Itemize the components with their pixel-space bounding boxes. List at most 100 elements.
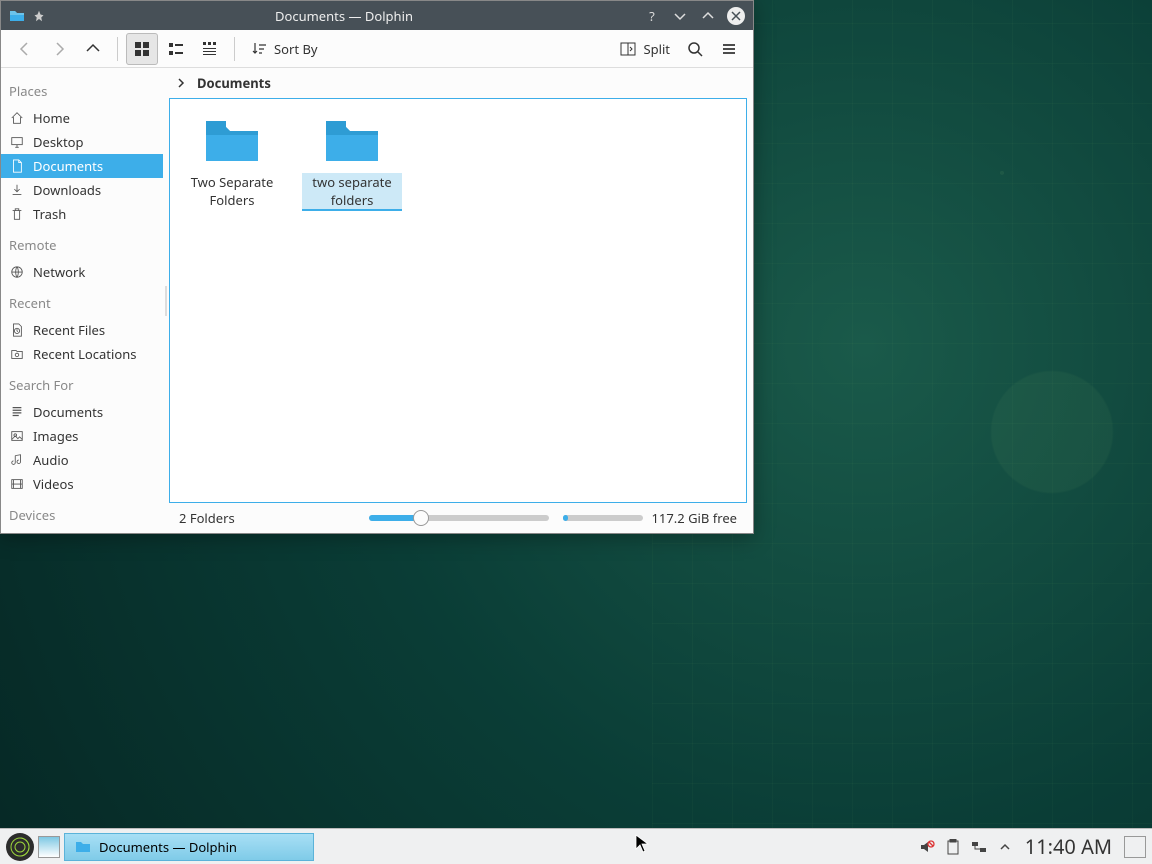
sidebar-item-trash[interactable]: Trash (1, 202, 163, 226)
icons-view-icon (133, 40, 151, 58)
download-icon (9, 182, 25, 198)
dolphin-window: Documents — Dolphin ? Sort By Split (0, 0, 754, 534)
up-button[interactable] (77, 33, 109, 65)
disk-free-label: 117.2 GiB free (651, 509, 737, 527)
sidebar-label: Recent Locations (33, 345, 136, 363)
sidebar-label: Network (33, 263, 85, 281)
sidebar-header-recent: Recent (1, 284, 163, 318)
desktop-icon (9, 134, 25, 150)
disk-bar (563, 515, 643, 521)
sidebar-label: Documents (33, 403, 103, 421)
text-icon (9, 404, 25, 420)
forward-button[interactable] (43, 33, 75, 65)
sidebar-header-places: Places (1, 72, 163, 106)
system-tray (919, 839, 1013, 855)
breadcrumb-chevron-icon[interactable] (175, 77, 187, 89)
pin-icon[interactable] (33, 10, 45, 22)
maximize-button[interactable] (699, 7, 717, 25)
sidebar-item-recent-files[interactable]: Recent Files (1, 318, 163, 342)
content-pane: Documents Two Separate Folders two separ… (169, 68, 753, 533)
sidebar-label: Trash (33, 205, 66, 223)
titlebar[interactable]: Documents — Dolphin ? (1, 1, 753, 30)
details-view-icon (201, 40, 219, 58)
close-button[interactable] (727, 7, 745, 25)
up-icon (84, 40, 102, 58)
back-button[interactable] (9, 33, 41, 65)
sidebar-label: Downloads (33, 181, 101, 199)
app-icon (9, 8, 25, 24)
minimize-button[interactable] (671, 7, 689, 25)
help-button[interactable]: ? (643, 7, 661, 25)
folder-name: Two Separate Folders (182, 173, 282, 209)
document-icon (9, 158, 25, 174)
window-title: Documents — Dolphin (45, 7, 643, 25)
taskbar-entry-dolphin[interactable]: Documents — Dolphin (64, 833, 314, 861)
sidebar-label: Home (33, 109, 70, 127)
folder-item[interactable]: Two Separate Folders (182, 111, 282, 211)
sidebar-header-remote: Remote (1, 226, 163, 260)
app-launcher[interactable] (6, 833, 34, 861)
image-icon (9, 428, 25, 444)
sidebar-label: Desktop (33, 133, 84, 151)
breadcrumb-current[interactable]: Documents (197, 74, 271, 92)
sidebar-item-desktop[interactable]: Desktop (1, 130, 163, 154)
sidebar-item-documents[interactable]: Documents (1, 154, 163, 178)
taskbar-clock[interactable]: 11:40 AM (1025, 833, 1112, 860)
folder-icon (204, 117, 260, 165)
icons-view-button[interactable] (126, 33, 158, 65)
search-button[interactable] (679, 33, 711, 65)
statusbar: 2 Folders 117.2 GiB free (169, 503, 747, 533)
sidebar-item-search-images[interactable]: Images (1, 424, 163, 448)
zoom-slider[interactable] (369, 515, 549, 521)
breadcrumb[interactable]: Documents (169, 68, 747, 98)
toolbar: Sort By Split (1, 30, 753, 68)
tray-expand-icon[interactable] (997, 839, 1013, 855)
network-tray-icon[interactable] (971, 839, 987, 855)
file-view[interactable]: Two Separate Folders two separate folder… (169, 98, 747, 503)
sidebar-label: Videos (33, 475, 74, 493)
sidebar-item-search-videos[interactable]: Videos (1, 472, 163, 496)
sort-button[interactable]: Sort By (243, 33, 325, 65)
show-desktop-button[interactable] (1124, 836, 1146, 858)
toolbar-separator (234, 37, 235, 61)
compact-view-icon (167, 40, 185, 58)
places-panel: Places Home Desktop Documents Downloads … (1, 68, 163, 533)
split-button[interactable]: Split (612, 33, 677, 65)
recent-files-icon (9, 322, 25, 338)
folder-icon (75, 839, 91, 855)
audio-icon (9, 452, 25, 468)
recent-locations-icon (9, 346, 25, 362)
sidebar-header-search: Search For (1, 366, 163, 400)
sidebar-item-search-documents[interactable]: Documents (1, 400, 163, 424)
forward-icon (50, 40, 68, 58)
sidebar-item-recent-locations[interactable]: Recent Locations (1, 342, 163, 366)
sort-label: Sort By (274, 40, 318, 58)
volume-muted-icon[interactable] (919, 839, 935, 855)
sidebar-label: Images (33, 427, 78, 445)
sidebar-item-search-audio[interactable]: Audio (1, 448, 163, 472)
folder-item[interactable]: two separate folders (302, 111, 402, 211)
search-icon (686, 40, 704, 58)
details-view-button[interactable] (194, 33, 226, 65)
video-icon (9, 476, 25, 492)
sidebar-label: Documents (33, 157, 103, 175)
home-icon (9, 110, 25, 126)
sidebar-label: Audio (33, 451, 69, 469)
sidebar-header-devices: Devices (1, 496, 163, 530)
disk-usage: 117.2 GiB free (563, 509, 737, 527)
sidebar-item-network[interactable]: Network (1, 260, 163, 284)
menu-button[interactable] (713, 33, 745, 65)
split-icon (619, 40, 637, 58)
clipboard-icon[interactable] (945, 839, 961, 855)
sidebar-item-home[interactable]: Home (1, 106, 163, 130)
virtual-desktop-pager[interactable] (38, 836, 60, 858)
network-icon (9, 264, 25, 280)
sidebar-item-downloads[interactable]: Downloads (1, 178, 163, 202)
trash-icon (9, 206, 25, 222)
back-icon (16, 40, 34, 58)
toolbar-separator (117, 37, 118, 61)
status-count: 2 Folders (179, 509, 235, 527)
taskbar-entry-label: Documents — Dolphin (99, 838, 237, 856)
folder-icon (324, 117, 380, 165)
compact-view-button[interactable] (160, 33, 192, 65)
